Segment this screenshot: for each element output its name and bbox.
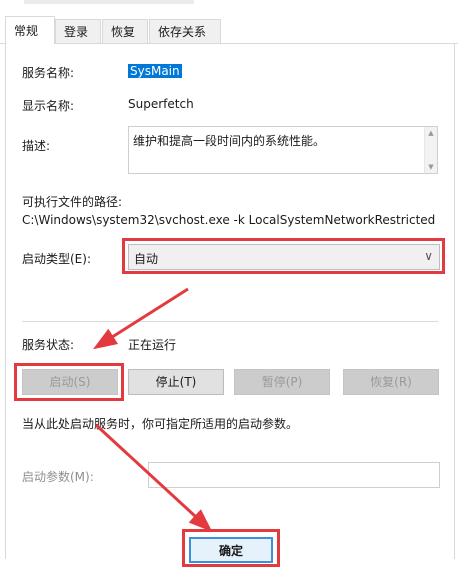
description-scrollbar[interactable]: ▲ ▼ (424, 127, 437, 173)
scroll-up-arrow-icon[interactable]: ▲ (427, 129, 435, 137)
startup-type-value: 自动 (134, 252, 159, 266)
stop-button[interactable]: 停止(T) (128, 369, 224, 395)
startup-type-label: 启动类型(E): (22, 252, 91, 266)
service-status-value: 正在运行 (128, 338, 177, 352)
description-box[interactable]: 维护和提高一段时间内的系统性能。 ▲ ▼ (128, 126, 438, 174)
description-label: 描述: (22, 139, 51, 153)
service-name-label: 服务名称: (22, 66, 75, 80)
tab-general[interactable]: 常规 (5, 16, 55, 44)
pause-button[interactable]: 暂停(P) (234, 369, 330, 395)
service-name-text: SysMain (128, 64, 182, 78)
display-name-value: Superfetch (128, 97, 194, 111)
start-params-label: 启动参数(M): (22, 470, 94, 484)
path-value: C:\Windows\system32\svchost.exe -k Local… (22, 213, 436, 227)
path-label: 可执行文件的路径: (22, 195, 123, 209)
section-divider (22, 321, 438, 322)
service-status-label: 服务状态: (22, 338, 75, 352)
title-ghost (24, 0, 194, 4)
tab-recovery[interactable]: 恢复 (102, 19, 148, 43)
ok-button[interactable]: 确定 (189, 537, 273, 563)
start-params-input[interactable] (148, 462, 440, 488)
scroll-down-arrow-icon[interactable]: ▼ (427, 163, 435, 171)
tab-dependencies[interactable]: 依存关系 (149, 19, 221, 43)
display-name-label: 显示名称: (22, 99, 75, 113)
resume-button[interactable]: 恢复(R) (343, 369, 439, 395)
start-button[interactable]: 启动(S) (22, 369, 118, 395)
title-bar (0, 0, 458, 14)
start-params-hint: 当从此处启动服务时，你可指定所适用的启动参数。 (22, 417, 299, 431)
startup-type-select[interactable]: 自动 ∨ (128, 244, 440, 270)
service-name-value[interactable]: SysMain (128, 64, 182, 78)
chevron-down-icon[interactable]: ∨ (424, 249, 433, 263)
tab-logon[interactable]: 登录 (55, 19, 101, 43)
description-text: 维护和提高一段时间内的系统性能。 (133, 134, 326, 148)
